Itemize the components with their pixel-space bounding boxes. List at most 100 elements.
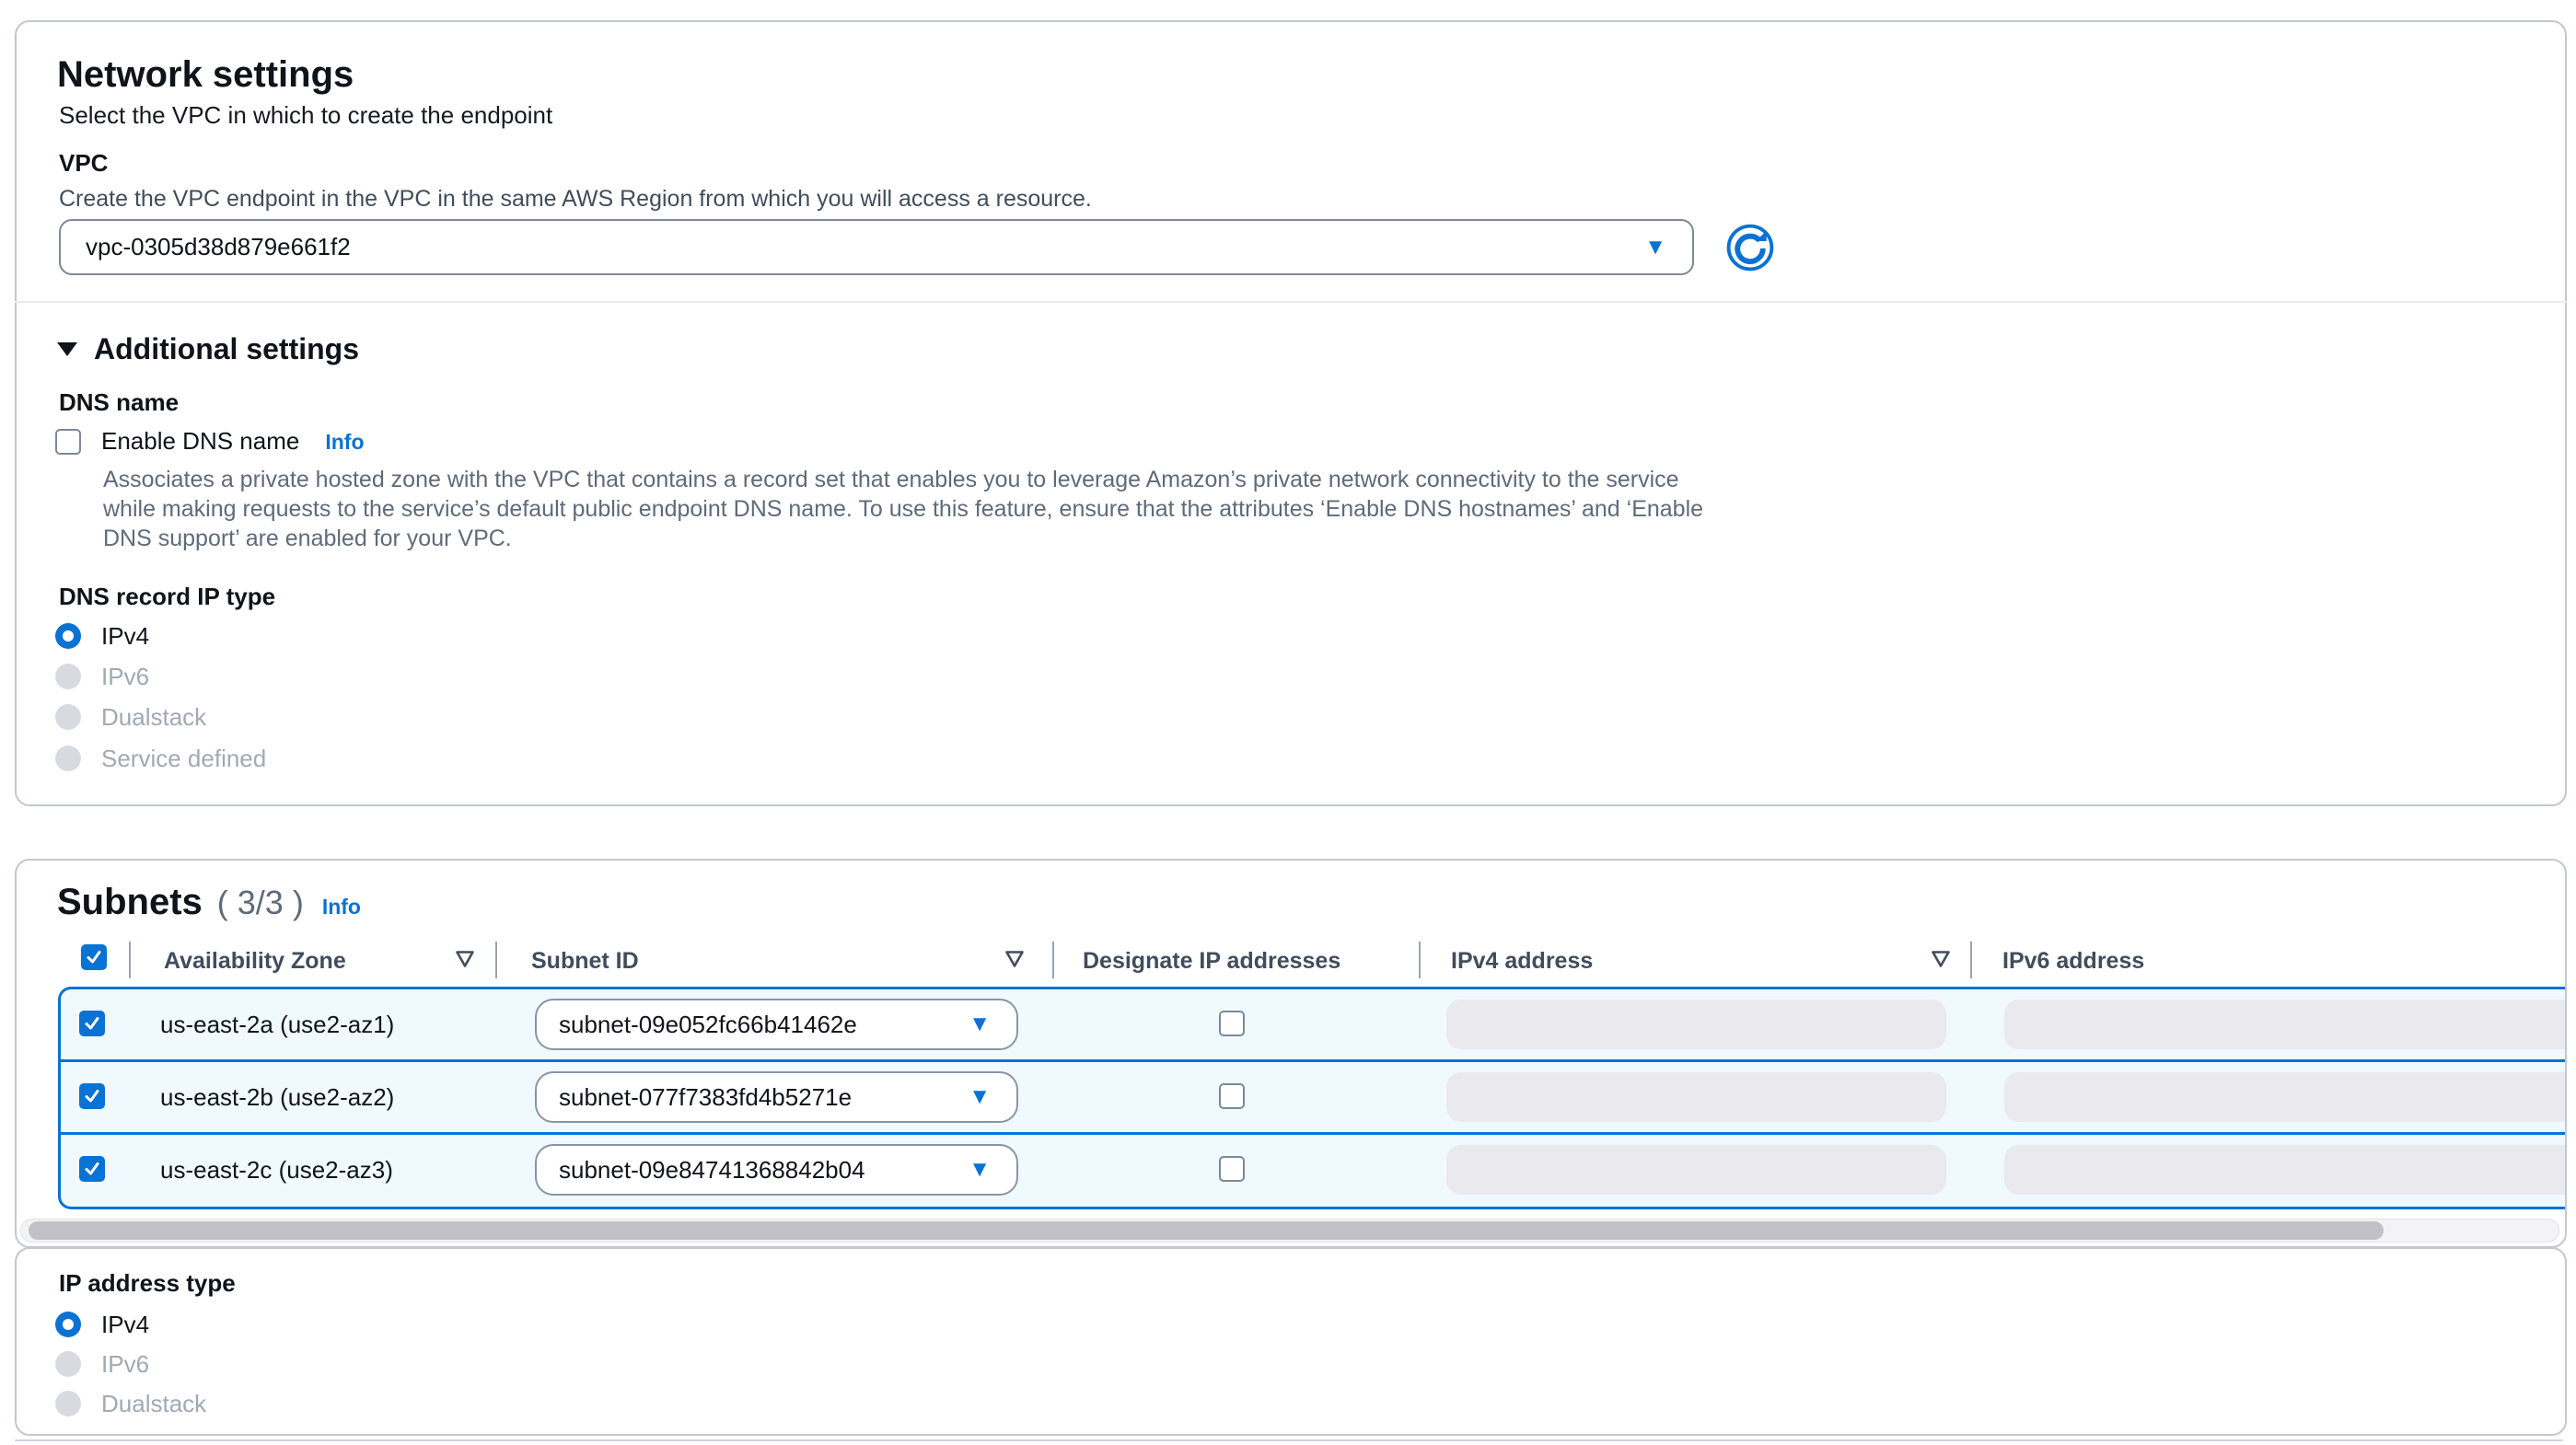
sort-filter-icon-ipv4[interactable] bbox=[1931, 950, 1951, 968]
col-header-availability-zone: Availability Zone bbox=[164, 948, 346, 975]
dns-description-line3: DNS support’ are enabled for your VPC. bbox=[103, 524, 1703, 553]
dns-description-line1: Associates a private hosted zone with th… bbox=[103, 465, 1703, 494]
ip-type-radio-ipv6-label: IPv6 bbox=[101, 1350, 149, 1379]
horizontal-scrollbar-thumb[interactable] bbox=[29, 1221, 2384, 1240]
check-icon bbox=[85, 948, 103, 966]
radio-disabled-icon bbox=[55, 1351, 81, 1377]
dns-ip-radio-ipv6: IPv6 bbox=[55, 662, 149, 691]
col-header-designate-ip: Designate IP addresses bbox=[1083, 948, 1340, 975]
vpc-label: VPC bbox=[59, 149, 108, 178]
enable-dns-label: Enable DNS name bbox=[101, 427, 299, 456]
radio-disabled-icon bbox=[55, 704, 81, 730]
additional-settings-title: Additional settings bbox=[94, 329, 359, 368]
subnets-title: Subnets bbox=[57, 881, 203, 923]
col-header-ipv6-address: IPv6 address bbox=[2002, 948, 2144, 975]
row-select-checkbox[interactable] bbox=[79, 1083, 105, 1109]
column-divider bbox=[1970, 942, 1972, 978]
dns-ip-radio-service-defined-label: Service defined bbox=[101, 745, 266, 773]
chevron-down-icon: ▼ bbox=[969, 1000, 991, 1048]
dns-ip-radio-dualstack: Dualstack bbox=[55, 702, 206, 732]
dns-description-line2: while making requests to the service’s d… bbox=[103, 494, 1703, 524]
availability-zone-cell: us-east-2a (use2-az1) bbox=[160, 989, 394, 1059]
subnet-select[interactable]: subnet-09e84741368842b04 ▼ bbox=[535, 1144, 1018, 1196]
subnets-title-row: Subnets ( 3/3 ) Info bbox=[57, 881, 361, 923]
additional-settings-expander[interactable]: Additional settings bbox=[57, 329, 359, 368]
subnet-select[interactable]: subnet-09e052fc66b41462e ▼ bbox=[535, 999, 1018, 1050]
sort-filter-icon-az[interactable] bbox=[455, 950, 475, 968]
radio-selected-icon[interactable] bbox=[55, 623, 81, 649]
vpc-select-value: vpc-0305d38d879e661f2 bbox=[86, 221, 351, 273]
dns-ip-radio-dualstack-label: Dualstack bbox=[101, 703, 206, 732]
next-section-top-edge bbox=[15, 1439, 2563, 1441]
ip-address-type-label: IP address type bbox=[59, 1269, 236, 1298]
availability-zone-cell: us-east-2b (use2-az2) bbox=[160, 1062, 394, 1132]
ipv4-address-field bbox=[1446, 1072, 1946, 1122]
subnets-section: Subnets ( 3/3 ) Info Availability Zone S… bbox=[15, 859, 2567, 1248]
ip-type-radio-ipv6: IPv6 bbox=[55, 1349, 149, 1379]
check-icon bbox=[83, 1160, 101, 1178]
subnets-table: us-east-2a (use2-az1) subnet-09e052fc66b… bbox=[58, 987, 2565, 1209]
subnets-count: ( 3/3 ) bbox=[217, 884, 304, 922]
dns-ip-radio-ipv4-label: IPv4 bbox=[101, 622, 149, 651]
ip-type-radio-ipv4-label: IPv4 bbox=[101, 1311, 149, 1339]
column-divider bbox=[495, 942, 497, 978]
designate-ip-checkbox[interactable] bbox=[1219, 1083, 1245, 1109]
network-settings-subtitle: Select the VPC in which to create the en… bbox=[59, 99, 552, 131]
radio-disabled-icon bbox=[55, 746, 81, 771]
dns-description: Associates a private hosted zone with th… bbox=[103, 465, 1703, 553]
col-header-subnet-id: Subnet ID bbox=[531, 948, 639, 975]
designate-ip-checkbox[interactable] bbox=[1219, 1011, 1245, 1036]
network-settings-title: Network settings bbox=[57, 53, 354, 96]
radio-disabled-icon bbox=[55, 664, 81, 689]
radio-disabled-icon bbox=[55, 1391, 81, 1416]
designate-ip-checkbox[interactable] bbox=[1219, 1156, 1245, 1182]
ipv4-address-field bbox=[1446, 1000, 1946, 1049]
vpc-description: Create the VPC endpoint in the VPC in th… bbox=[59, 184, 1092, 214]
check-icon bbox=[83, 1087, 101, 1105]
column-divider bbox=[1052, 942, 1054, 978]
ip-type-radio-dualstack-label: Dualstack bbox=[101, 1390, 206, 1418]
ip-type-radio-dualstack: Dualstack bbox=[55, 1389, 206, 1418]
dns-ip-radio-service-defined: Service defined bbox=[55, 744, 266, 773]
subnet-select-value: subnet-09e052fc66b41462e bbox=[559, 1000, 857, 1048]
select-all-checkbox[interactable] bbox=[81, 944, 107, 970]
refresh-icon bbox=[1725, 223, 1775, 272]
dns-ip-radio-ipv4: IPv4 bbox=[55, 621, 149, 651]
expander-triangle-icon bbox=[57, 341, 77, 356]
row-select-checkbox[interactable] bbox=[79, 1156, 105, 1182]
vpc-endpoint-create-page: Network settings Select the VPC in which… bbox=[0, 0, 2576, 1445]
check-icon bbox=[83, 1014, 101, 1033]
enable-dns-checkbox[interactable] bbox=[55, 429, 81, 455]
dns-ip-radio-ipv6-label: IPv6 bbox=[101, 663, 149, 691]
table-row: us-east-2a (use2-az1) subnet-09e052fc66b… bbox=[61, 989, 2565, 1062]
horizontal-scrollbar-track[interactable] bbox=[20, 1219, 2559, 1243]
column-divider bbox=[129, 942, 131, 978]
ip-type-radio-ipv4: IPv4 bbox=[55, 1310, 149, 1339]
dns-record-ip-type-label: DNS record IP type bbox=[59, 583, 275, 611]
dns-name-label: DNS name bbox=[59, 388, 179, 417]
section-divider bbox=[15, 301, 2567, 303]
network-settings-section: Network settings Select the VPC in which… bbox=[15, 20, 2567, 806]
chevron-down-icon: ▼ bbox=[969, 1146, 991, 1194]
column-divider bbox=[1419, 942, 1421, 978]
table-row: us-east-2c (use2-az3) subnet-09e84741368… bbox=[61, 1135, 2565, 1205]
ipv4-address-field bbox=[1446, 1145, 1946, 1195]
radio-selected-icon[interactable] bbox=[55, 1312, 81, 1337]
subnet-select-value: subnet-09e84741368842b04 bbox=[559, 1146, 865, 1194]
col-header-ipv4-address: IPv4 address bbox=[1451, 948, 1593, 975]
row-select-checkbox[interactable] bbox=[79, 1011, 105, 1036]
chevron-down-icon: ▼ bbox=[969, 1073, 991, 1121]
dns-info-link[interactable]: Info bbox=[325, 430, 364, 455]
vpc-select[interactable]: vpc-0305d38d879e661f2 ▼ bbox=[59, 219, 1694, 275]
chevron-down-icon: ▼ bbox=[1644, 221, 1666, 273]
subnet-select-value: subnet-077f7383fd4b5271e bbox=[559, 1073, 852, 1121]
availability-zone-cell: us-east-2c (use2-az3) bbox=[160, 1135, 393, 1205]
refresh-button[interactable] bbox=[1725, 223, 1775, 272]
sort-filter-icon-subnet-id[interactable] bbox=[1004, 950, 1025, 968]
ip-address-type-section: IP address type IPv4 IPv6 Dualstack bbox=[15, 1247, 2567, 1436]
subnet-select[interactable]: subnet-077f7383fd4b5271e ▼ bbox=[535, 1071, 1018, 1123]
ipv6-address-field bbox=[2004, 1000, 2565, 1049]
subnets-info-link[interactable]: Info bbox=[322, 895, 361, 919]
ipv6-address-field bbox=[2004, 1145, 2565, 1195]
table-row: us-east-2b (use2-az2) subnet-077f7383fd4… bbox=[61, 1062, 2565, 1135]
